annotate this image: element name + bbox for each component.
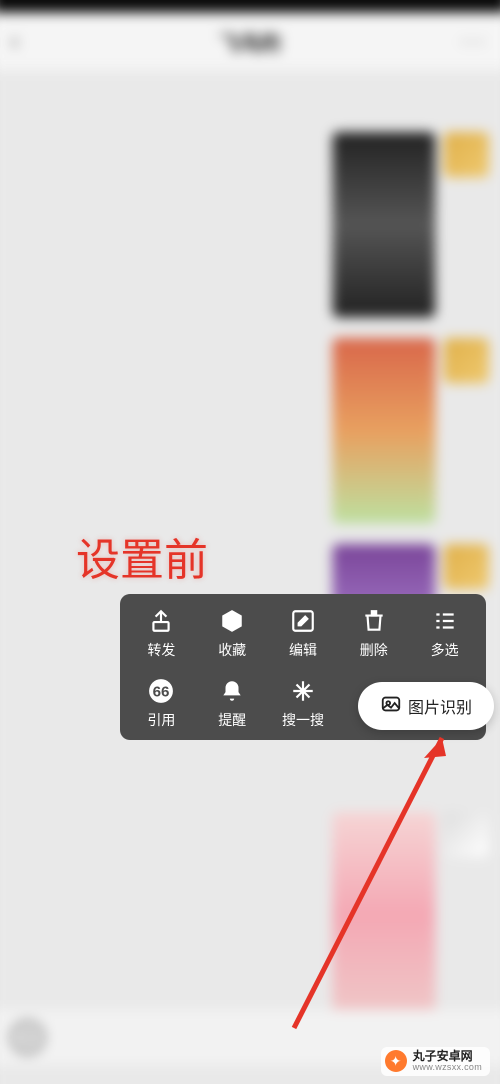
action-label: 编辑 <box>289 640 317 660</box>
action-label: 提醒 <box>218 710 246 730</box>
message-row[interactable] <box>332 132 489 317</box>
svg-text:66: 66 <box>153 683 170 700</box>
status-bar <box>0 0 500 13</box>
search-button[interactable]: 搜一搜 <box>268 678 339 730</box>
watermark: ✦ 丸子安卓网 www.wzsxx.com <box>381 1047 490 1076</box>
action-label: 引用 <box>147 710 175 730</box>
avatar[interactable] <box>444 132 489 177</box>
avatar[interactable] <box>444 544 489 589</box>
image-thumbnail[interactable] <box>332 132 435 317</box>
image-icon <box>380 693 402 720</box>
avatar[interactable] <box>444 338 489 383</box>
image-thumbnail[interactable] <box>332 338 435 523</box>
edit-square-icon <box>290 608 316 634</box>
back-icon[interactable]: ‹ <box>11 28 19 55</box>
delete-button[interactable]: 删除 <box>338 608 409 660</box>
list-check-icon <box>432 608 458 634</box>
action-label: 转发 <box>147 640 175 660</box>
chat-header: ‹ 飞鸟的 ··· <box>0 13 500 71</box>
cube-icon <box>219 608 245 634</box>
multi-select-button[interactable]: 多选 <box>409 608 480 660</box>
favorite-button[interactable]: 收藏 <box>197 608 268 660</box>
quote-button[interactable]: 66 引用 <box>126 678 197 730</box>
chat-title: 飞鸟的 <box>219 26 281 56</box>
annotation-arrow <box>274 728 474 1038</box>
action-label: 删除 <box>360 640 388 660</box>
edit-button[interactable]: 编辑 <box>268 608 339 660</box>
watermark-url: www.wzsxx.com <box>413 1063 482 1073</box>
share-up-icon <box>148 608 174 634</box>
voice-input-button[interactable]: )) <box>11 1021 44 1054</box>
spark-icon <box>290 678 316 704</box>
action-label: 多选 <box>431 640 459 660</box>
remind-button[interactable]: 提醒 <box>197 678 268 730</box>
action-label: 收藏 <box>218 640 246 660</box>
more-icon[interactable]: ··· <box>460 30 487 54</box>
bell-icon <box>219 678 245 704</box>
trash-icon <box>361 608 387 634</box>
popout-label: 图片识别 <box>408 694 472 718</box>
message-row[interactable] <box>332 338 489 523</box>
forward-button[interactable]: 转发 <box>126 608 197 660</box>
annotation-before-label: 设置前 <box>76 524 208 588</box>
watermark-logo-icon: ✦ <box>385 1050 407 1072</box>
quote-icon: 66 <box>148 678 174 704</box>
image-recognition-button[interactable]: 图片识别 <box>358 682 494 730</box>
action-label: 搜一搜 <box>282 710 324 730</box>
sound-wave-icon: )) <box>22 1028 33 1047</box>
